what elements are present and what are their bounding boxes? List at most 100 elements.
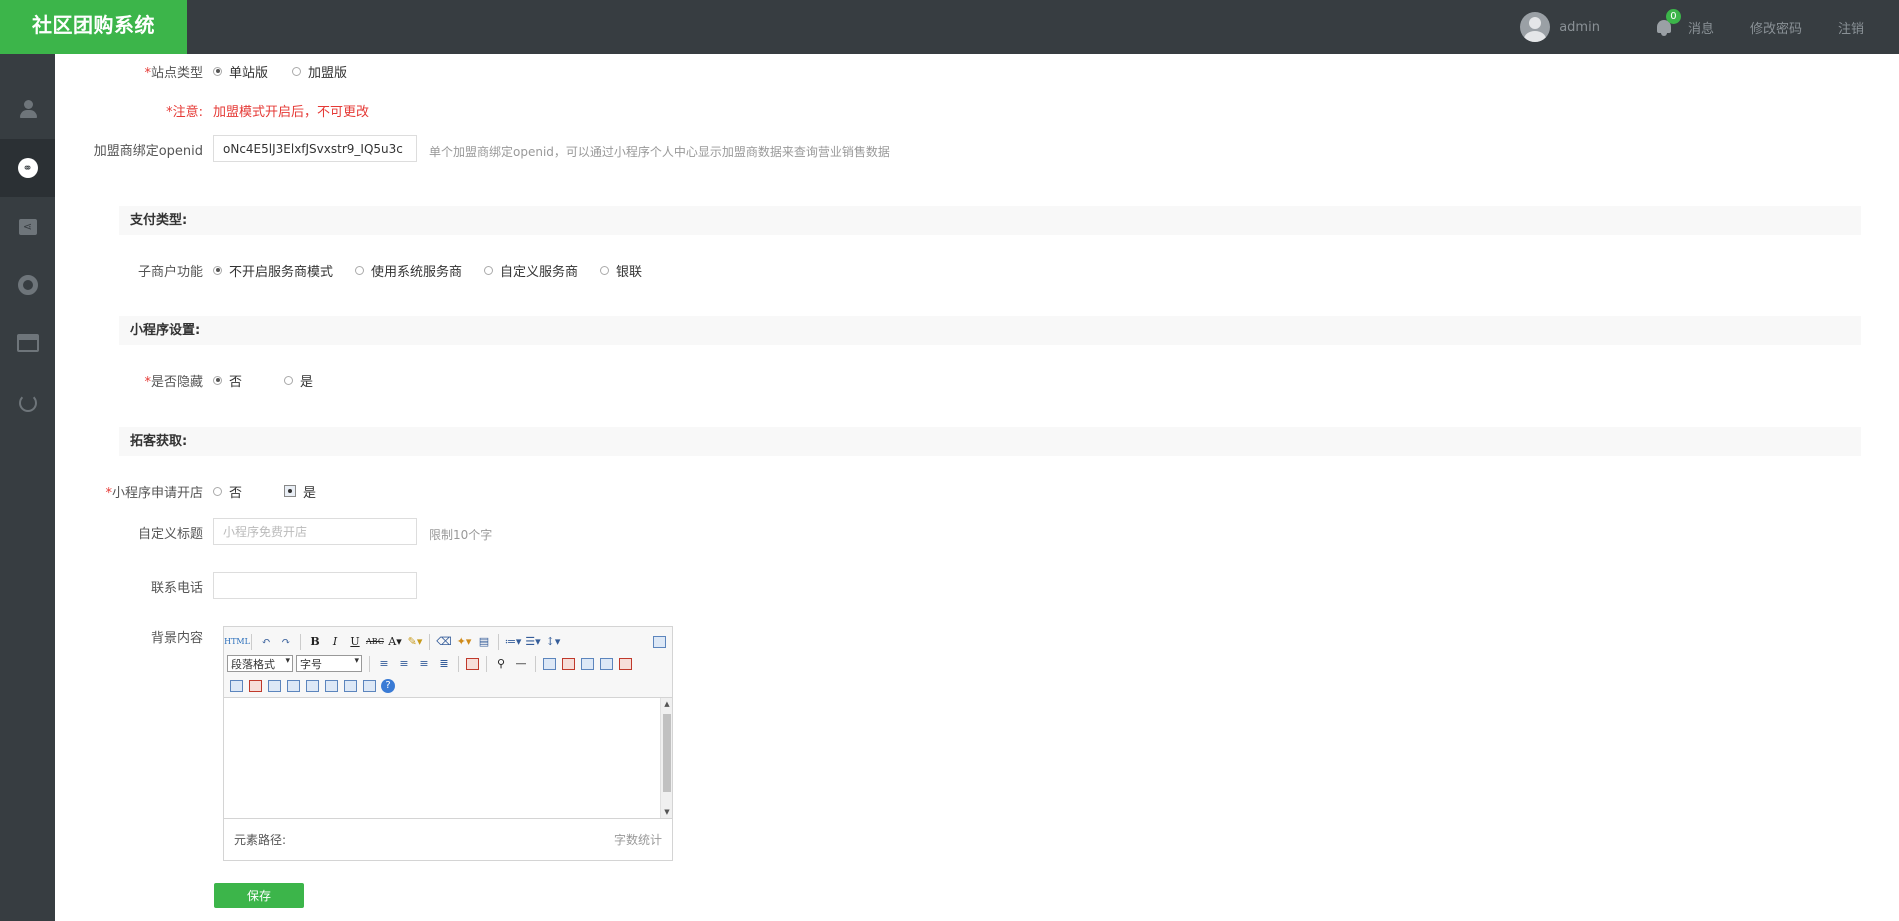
highlight-icon[interactable]: ✎▾ bbox=[407, 634, 423, 650]
sidebar-item-share[interactable]: ⋖ bbox=[0, 198, 55, 256]
paste-plain-icon[interactable]: ▤ bbox=[476, 634, 492, 650]
site-type-row: *站点类型 单站版 加盟版 bbox=[55, 59, 371, 83]
openid-input[interactable]: oNc4E5lJ3ElxfJSvxstr9_IQ5u3c bbox=[213, 135, 417, 162]
delete-table-icon[interactable] bbox=[562, 657, 575, 670]
site-type-single-radio[interactable]: 单站版 bbox=[213, 62, 268, 81]
eraser-icon[interactable]: ⌫ bbox=[436, 634, 452, 650]
editor-toolbar: HTML ↶ ↷ B I U ABC A▾ ✎▾ ⌫ ✦▾ ▤ ≔▾ ☰▾ ↕▾ bbox=[224, 627, 672, 698]
underline-icon[interactable]: U bbox=[347, 634, 363, 650]
apply-store-no-radio[interactable]: 否 bbox=[213, 482, 242, 501]
sidebar-item-settings[interactable] bbox=[0, 256, 55, 314]
scroll-down-icon[interactable]: ▼ bbox=[661, 806, 673, 818]
save-button[interactable]: 保存 bbox=[214, 883, 304, 908]
bold-icon[interactable]: B bbox=[307, 634, 323, 650]
editor-status-bar: 元素路径: 字数统计 bbox=[224, 818, 672, 860]
align-justify-icon[interactable]: ≣ bbox=[436, 656, 452, 672]
app-logo[interactable]: 社区团购系统 bbox=[0, 0, 187, 54]
format-painter-icon[interactable]: ✦▾ bbox=[456, 634, 472, 650]
split-rows-icon[interactable] bbox=[344, 679, 357, 692]
refresh-icon bbox=[18, 394, 37, 412]
hidden-row: *是否隐藏 否 是 bbox=[55, 368, 337, 392]
html-source-icon[interactable]: HTML bbox=[224, 634, 250, 650]
messages-link[interactable]: 0 消息 bbox=[1655, 9, 1714, 37]
acquire-section-header: 拓客获取: bbox=[119, 427, 1861, 456]
delete-row-icon[interactable] bbox=[619, 657, 632, 670]
table-properties-icon[interactable] bbox=[581, 657, 594, 670]
help-icon[interactable]: ? bbox=[381, 678, 395, 693]
line-height-icon[interactable]: ↕▾ bbox=[545, 634, 561, 650]
insert-table-icon[interactable] bbox=[543, 657, 556, 670]
scroll-up-icon[interactable]: ▲ bbox=[661, 698, 673, 710]
ordered-list-icon[interactable]: ≔▾ bbox=[505, 634, 522, 650]
store-icon bbox=[16, 334, 39, 352]
avatar-icon bbox=[1520, 12, 1551, 42]
font-size-select[interactable]: 字号 bbox=[296, 655, 362, 672]
italic-icon[interactable]: I bbox=[327, 634, 343, 650]
insert-row-icon[interactable] bbox=[600, 657, 613, 670]
word-count-label: 字数统计 bbox=[613, 833, 662, 847]
split-cells-icon[interactable] bbox=[325, 679, 338, 692]
openid-hint: 单个加盟商绑定openid，可以通过小程序个人中心显示加盟商数据来查询营业销售数… bbox=[429, 145, 890, 159]
undo-icon[interactable]: ↶ bbox=[258, 634, 274, 650]
notice-text: 加盟模式开启后，不可更改 bbox=[213, 104, 370, 120]
sidebar-item-store[interactable] bbox=[0, 314, 55, 372]
apply-store-row: *小程序申请开店 否 是 bbox=[55, 479, 340, 503]
delete-column-icon[interactable] bbox=[249, 679, 262, 692]
user-menu[interactable]: admin bbox=[1520, 12, 1600, 42]
sub-merchant-radios: 不开启服务商模式 使用系统服务商 自定义服务商 银联 bbox=[213, 261, 666, 280]
notice-label: *注意: bbox=[166, 104, 203, 120]
insert-column-icon[interactable] bbox=[230, 679, 243, 692]
align-right-icon[interactable]: ≡ bbox=[416, 656, 432, 672]
hidden-radios: 否 是 bbox=[213, 371, 337, 390]
strikethrough-icon[interactable]: ABC bbox=[366, 634, 384, 650]
element-path-label: 元素路径: bbox=[234, 833, 287, 847]
logout-link[interactable]: 注销 bbox=[1838, 18, 1864, 37]
hidden-no-radio[interactable]: 否 bbox=[213, 371, 242, 390]
scroll-thumb[interactable] bbox=[663, 714, 671, 792]
horizontal-rule-icon[interactable]: — bbox=[513, 656, 529, 672]
sub-merchant-unionpay-radio[interactable]: 银联 bbox=[600, 261, 642, 280]
hidden-yes-radio[interactable]: 是 bbox=[284, 371, 313, 390]
image-icon[interactable] bbox=[466, 657, 479, 670]
unordered-list-icon[interactable]: ☰▾ bbox=[525, 634, 541, 650]
phone-input[interactable] bbox=[213, 572, 417, 599]
apply-store-label: *小程序申请开店 bbox=[105, 485, 203, 501]
sub-merchant-label: 子商户功能 bbox=[137, 264, 203, 280]
sub-merchant-custom-radio[interactable]: 自定义服务商 bbox=[484, 261, 578, 280]
change-password-link[interactable]: 修改密码 bbox=[1750, 18, 1802, 37]
site-type-label: *站点类型 bbox=[144, 65, 203, 81]
split-columns-icon[interactable] bbox=[363, 679, 376, 692]
main-content: *站点类型 单站版 加盟版 *注意: 加盟模式开启后，不可更改 加盟商绑定ope… bbox=[55, 54, 1899, 921]
sidebar-item-refresh[interactable] bbox=[0, 374, 55, 432]
fullscreen-icon[interactable] bbox=[653, 635, 666, 648]
font-color-icon[interactable]: A▾ bbox=[387, 634, 403, 650]
sidebar: ⚭ ⋖ bbox=[0, 54, 55, 921]
link-icon: ⚭ bbox=[17, 158, 38, 178]
background-label: 背景内容 bbox=[150, 630, 203, 646]
redo-icon[interactable]: ↷ bbox=[278, 634, 294, 650]
site-type-franchise-radio[interactable]: 加盟版 bbox=[292, 62, 347, 81]
align-center-icon[interactable]: ≡ bbox=[396, 656, 412, 672]
messages-label: 消息 bbox=[1687, 21, 1714, 37]
custom-title-hint: 限制10个字 bbox=[429, 528, 493, 542]
gear-icon bbox=[17, 275, 38, 295]
apply-store-yes-radio[interactable]: 是 bbox=[284, 482, 316, 501]
share-icon: ⋖ bbox=[18, 219, 37, 235]
paragraph-format-select[interactable]: 段落格式 bbox=[227, 655, 293, 672]
phone-row: 联系电话 bbox=[55, 572, 417, 602]
top-bar: 社区团购系统 admin 0 消息 修改密码 注销 bbox=[0, 0, 1899, 54]
sub-merchant-system-radio[interactable]: 使用系统服务商 bbox=[355, 261, 462, 280]
sidebar-item-users[interactable] bbox=[0, 80, 55, 138]
bell-icon: 0 bbox=[1655, 9, 1681, 36]
search-replace-icon[interactable]: ⚲ bbox=[493, 656, 509, 672]
merge-down-icon[interactable] bbox=[306, 679, 319, 692]
custom-title-input[interactable]: 小程序免费开店 bbox=[213, 518, 417, 545]
editor-content-area[interactable]: ▲ ▼ bbox=[224, 698, 672, 818]
merge-right-icon[interactable] bbox=[287, 679, 300, 692]
merge-cells-icon[interactable] bbox=[268, 679, 281, 692]
editor-scrollbar[interactable]: ▲ ▼ bbox=[660, 698, 672, 818]
sub-merchant-off-radio[interactable]: 不开启服务商模式 bbox=[213, 261, 333, 280]
sidebar-item-links[interactable]: ⚭ bbox=[0, 139, 55, 197]
openid-label: 加盟商绑定openid bbox=[93, 144, 203, 159]
align-left-icon[interactable]: ≡ bbox=[376, 656, 392, 672]
